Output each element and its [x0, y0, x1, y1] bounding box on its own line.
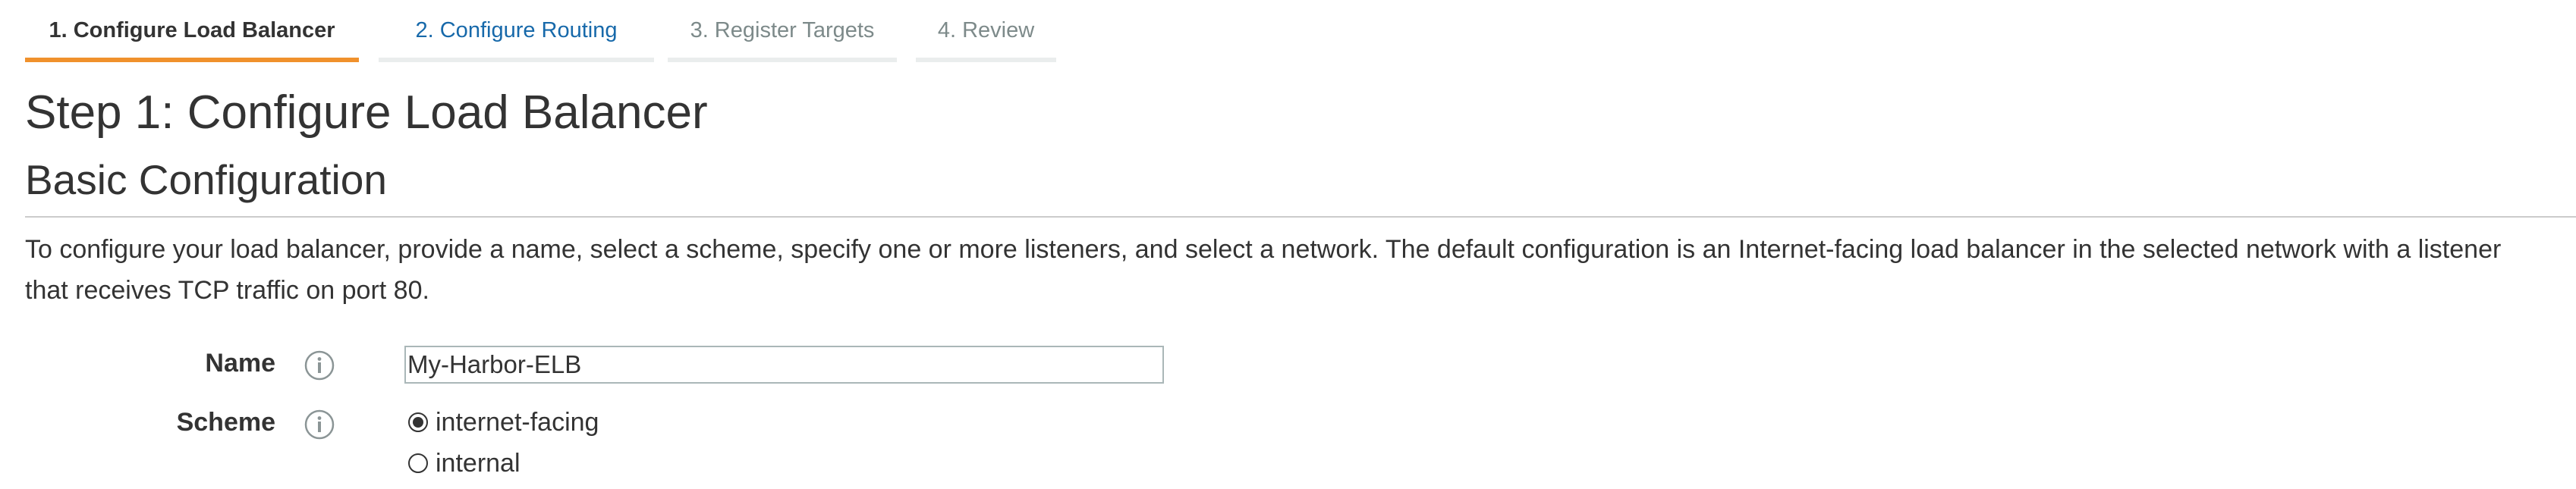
- tab-label: 4. Review: [937, 18, 1035, 42]
- tab-underline: [668, 58, 897, 62]
- radio-button-selected[interactable]: [408, 412, 428, 432]
- tab-configure-load-balancer[interactable]: 1. Configure Load Balancer: [25, 0, 359, 62]
- tab-label: 1. Configure Load Balancer: [49, 18, 335, 42]
- info-icon[interactable]: [304, 350, 335, 381]
- scheme-label: Scheme: [176, 408, 275, 437]
- tab-configure-routing[interactable]: 2. Configure Routing: [379, 0, 654, 62]
- load-balancer-wizard-page: 1. Configure Load Balancer 2. Configure …: [0, 0, 2576, 489]
- tab-label: 2. Configure Routing: [415, 18, 618, 42]
- scheme-option-internal[interactable]: internal: [408, 447, 521, 479]
- scheme-option-internet-facing[interactable]: internet-facing: [408, 406, 599, 438]
- description-line: To configure your load balancer, provide…: [25, 235, 2502, 264]
- name-input[interactable]: [404, 346, 1164, 384]
- radio-button[interactable]: [408, 453, 428, 473]
- tab-underline: [379, 58, 654, 62]
- radio-label: internal: [436, 448, 521, 478]
- name-label: Name: [205, 349, 275, 378]
- radio-label: internet-facing: [436, 407, 599, 437]
- tab-label: 3. Register Targets: [690, 18, 875, 42]
- section-divider: [25, 216, 2576, 218]
- tab-underline: [916, 58, 1056, 62]
- tab-review[interactable]: 4. Review: [916, 0, 1056, 62]
- section-description: To configure your load balancer, provide…: [25, 229, 2576, 311]
- tab-active-underline: [25, 58, 359, 62]
- page-title: Step 1: Configure Load Balancer: [25, 86, 708, 139]
- section-title: Basic Configuration: [25, 156, 387, 203]
- description-line: that receives TCP traffic on port 80.: [25, 276, 429, 305]
- tab-register-targets[interactable]: 3. Register Targets: [668, 0, 897, 62]
- info-icon[interactable]: [304, 409, 335, 440]
